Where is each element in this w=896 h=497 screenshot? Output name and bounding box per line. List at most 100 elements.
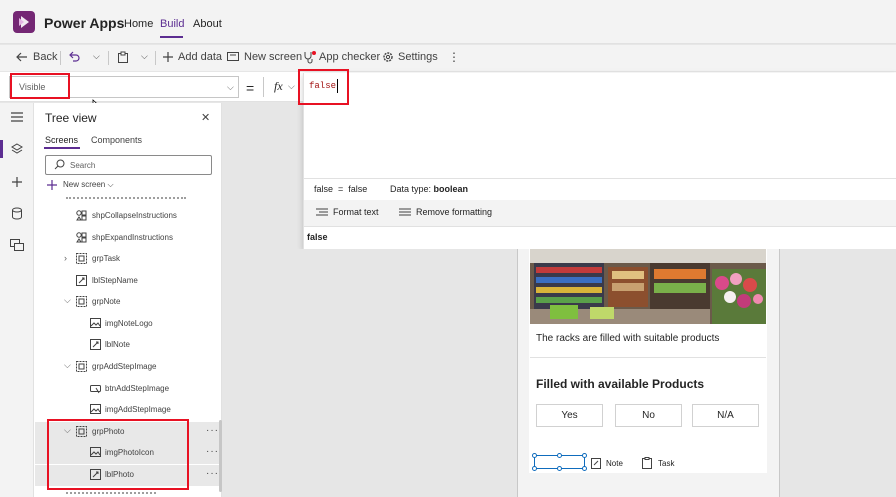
tab-components[interactable]: Components: [91, 135, 142, 145]
tree-row[interactable]: btnAddStepImage: [35, 379, 219, 400]
search-placeholder: Search: [70, 161, 96, 170]
tree-row-label: btnAddStepImage: [105, 384, 170, 393]
step-heading: Filled with available Products: [536, 377, 705, 391]
shape-icon: [76, 232, 87, 243]
app-title: Power Apps: [44, 15, 125, 31]
divider: [60, 51, 61, 65]
tree-row-label: imgAddStepImage: [105, 405, 171, 414]
hamburger-menu-icon[interactable]: [11, 112, 23, 122]
divider: [304, 178, 896, 179]
group-highlight-box: [47, 419, 189, 490]
data-cylinder-icon[interactable]: [11, 207, 23, 220]
format-text-button[interactable]: Format text: [333, 207, 379, 217]
no-button[interactable]: No: [615, 404, 682, 427]
tree-row[interactable]: imgAddStepImage: [35, 400, 219, 421]
tree-row-label: grpAddStepImage: [92, 362, 157, 371]
image-icon: [90, 318, 101, 328]
active-tab-indicator: [44, 147, 80, 149]
tree-row-label: grpTask: [92, 254, 121, 263]
remove-formatting-button[interactable]: Remove formatting: [416, 207, 492, 217]
tree-row[interactable]: shpCollapseInstructions: [35, 206, 219, 227]
tree-row-label: lblStepName: [92, 276, 138, 285]
divider: [263, 77, 264, 97]
group-icon: [76, 361, 87, 372]
task-label[interactable]: Task: [658, 459, 674, 468]
group-icon: [76, 296, 87, 307]
app-checker-button[interactable]: App checker: [319, 51, 380, 63]
tree-row[interactable]: › grpTask: [35, 249, 219, 270]
active-nav-indicator: [160, 36, 183, 38]
group-icon: [76, 253, 87, 264]
more-options-icon[interactable]: ⋮: [448, 50, 460, 64]
tree-row-label: imgNoteLogo: [105, 319, 153, 328]
paste-icon[interactable]: [117, 51, 129, 63]
layers-icon[interactable]: [11, 143, 23, 155]
new-screen-link[interactable]: New screen ⌵: [63, 180, 114, 190]
label-icon: [76, 275, 87, 286]
left-rail: [0, 103, 34, 497]
close-icon[interactable]: ✕: [201, 111, 210, 124]
paste-chevron-icon[interactable]: ⌵: [141, 51, 148, 62]
chevron-down-icon[interactable]: ⌵: [227, 82, 234, 93]
power-apps-logo-icon: [13, 11, 35, 33]
image-icon: [90, 404, 101, 414]
resize-handle[interactable]: [532, 466, 537, 471]
tree-row[interactable]: imgNoteLogo: [35, 314, 219, 335]
nav-build[interactable]: Build: [160, 18, 184, 30]
evaluation-result: false = false: [314, 184, 368, 194]
back-arrow-icon: [16, 52, 28, 62]
tree-row[interactable]: lblStepName: [35, 271, 219, 292]
undo-icon[interactable]: [68, 51, 80, 63]
button-icon: [90, 383, 101, 394]
new-screen-plus-icon: [47, 180, 57, 190]
add-data-button[interactable]: Add data: [178, 51, 222, 63]
tree-row[interactable]: ⌵ grpNote: [35, 292, 219, 313]
new-screen-icon: [227, 52, 239, 62]
more-options-icon[interactable]: ···: [206, 468, 219, 479]
divider: [304, 226, 896, 227]
equals-sign: =: [246, 80, 255, 96]
property-highlight-box: [10, 73, 70, 99]
back-button[interactable]: Back: [33, 51, 57, 63]
tree-row[interactable]: lblNote: [35, 335, 219, 356]
resize-handle[interactable]: [557, 453, 562, 458]
undo-chevron-icon[interactable]: ⌵: [93, 51, 100, 62]
editor-toolbar: [304, 200, 896, 226]
tab-screens[interactable]: Screens: [45, 135, 78, 145]
chevron-right-icon[interactable]: ›: [64, 253, 67, 263]
media-icon[interactable]: [10, 239, 24, 251]
yes-button[interactable]: Yes: [536, 404, 603, 427]
na-button[interactable]: N/A: [692, 404, 759, 427]
remove-formatting-icon: [399, 208, 411, 216]
note-label[interactable]: Note: [606, 459, 623, 468]
data-type: Data type: boolean: [390, 184, 468, 194]
new-screen-button[interactable]: New screen: [244, 51, 302, 63]
settings-button[interactable]: Settings: [398, 51, 438, 63]
tree-row[interactable]: shpExpandInstructions: [35, 228, 219, 249]
chevron-down-icon[interactable]: ⌵: [64, 360, 71, 371]
tree-row[interactable]: ⌵ grpAddStepImage: [35, 357, 219, 378]
photo-caption: The racks are filled with suitable produ…: [536, 333, 720, 344]
tree-row-label: shpExpandInstructions: [92, 233, 173, 242]
resize-handle[interactable]: [582, 453, 587, 458]
chevron-down-icon[interactable]: ⌵: [64, 295, 71, 306]
divider: [155, 51, 156, 65]
scrolled-item-edge: [66, 492, 156, 497]
tree-view-title: Tree view: [45, 111, 97, 125]
fx-chevron-icon[interactable]: ⌵: [288, 81, 295, 92]
rail-active-indicator: [0, 140, 3, 158]
resize-handle[interactable]: [532, 453, 537, 458]
resize-handle[interactable]: [582, 466, 587, 471]
fx-icon[interactable]: fx: [274, 79, 283, 94]
nav-about[interactable]: About: [193, 18, 222, 30]
resize-handle[interactable]: [557, 466, 562, 471]
nav-home[interactable]: Home: [124, 18, 153, 30]
insert-plus-icon[interactable]: [11, 176, 23, 188]
more-options-icon[interactable]: ···: [206, 425, 219, 436]
new-screen-label: New screen: [63, 180, 106, 189]
data-type-value: boolean: [433, 184, 469, 194]
more-options-icon[interactable]: ···: [206, 446, 219, 457]
scrolled-item-edge: [66, 191, 186, 199]
divider: [108, 51, 109, 65]
data-type-label: Data type:: [390, 184, 432, 194]
